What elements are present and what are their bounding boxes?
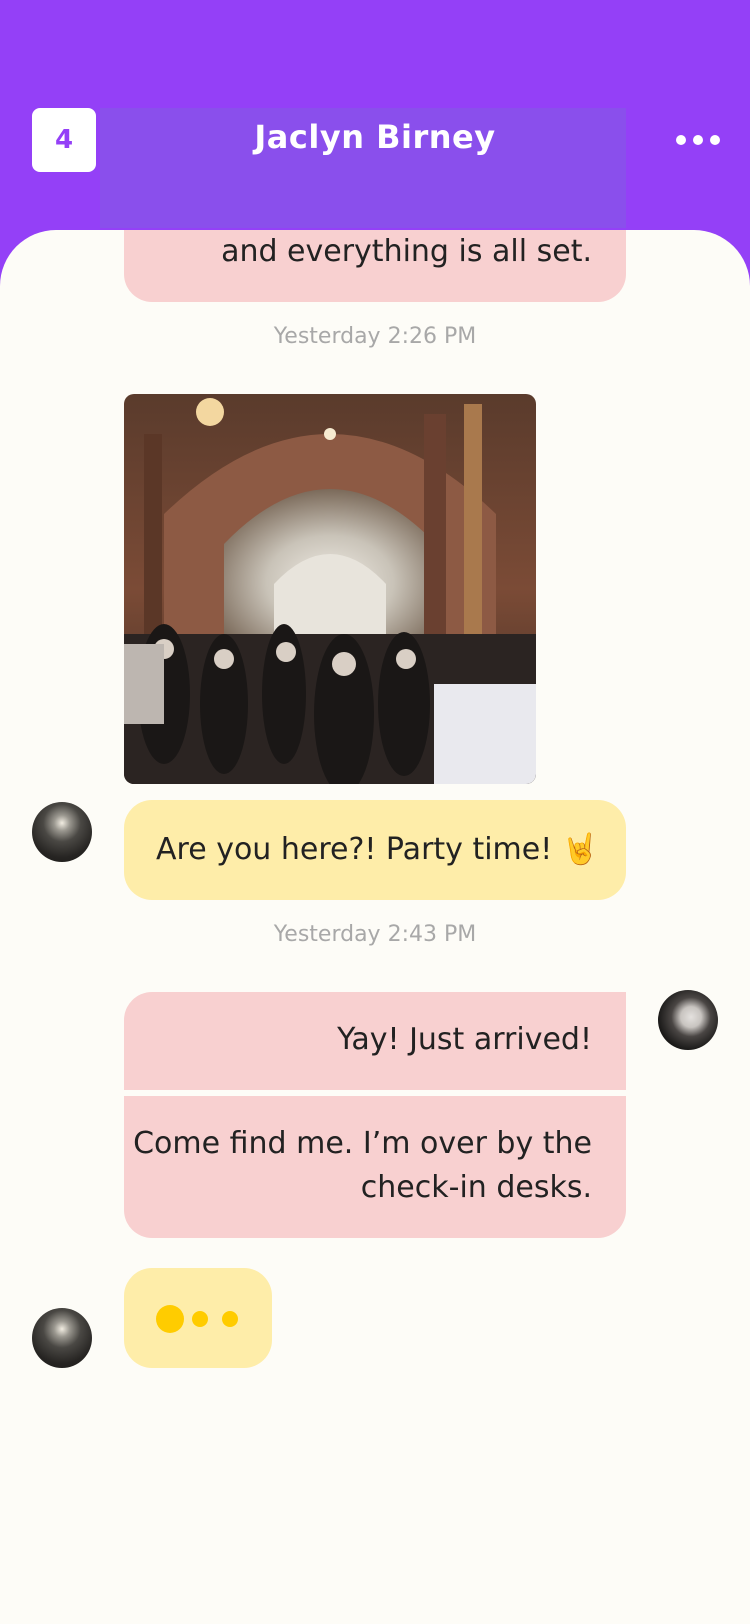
chat-header: 4 Jaclyn Birney	[0, 0, 750, 240]
user-avatar[interactable]	[658, 990, 718, 1050]
message-text: Are you here?! Party time! 🤘	[156, 832, 600, 867]
message-text-line: check-in desks.	[360, 1170, 592, 1205]
message-text: Yay! Just arrived!	[337, 1022, 592, 1057]
timestamp: Yesterday 2:43 PM	[273, 922, 477, 947]
shared-photo[interactable]	[124, 394, 536, 784]
typing-indicator	[124, 1268, 272, 1368]
message-list[interactable]: and everything is all set. Yesterday 2:2…	[0, 230, 750, 1624]
more-dot	[693, 135, 703, 145]
hall-photo-icon	[124, 394, 536, 784]
message-bubble-sent[interactable]: Come find me. I’m over by the check-in d…	[124, 1096, 626, 1238]
typing-dot	[192, 1311, 208, 1327]
timestamp: Yesterday 2:26 PM	[273, 324, 477, 349]
typing-dot	[156, 1305, 184, 1333]
more-dot	[676, 135, 686, 145]
message-bubble-sent[interactable]: and everything is all set.	[124, 230, 626, 302]
message-bubble-sent[interactable]: Yay! Just arrived!	[124, 992, 626, 1090]
typing-dot	[222, 1311, 238, 1327]
contact-avatar[interactable]	[32, 802, 92, 862]
more-dot	[710, 135, 720, 145]
message-bubble-received[interactable]: Are you here?! Party time! 🤘	[124, 800, 626, 900]
message-text: and everything is all set.	[221, 234, 592, 269]
more-options-icon[interactable]	[676, 128, 720, 152]
contact-avatar[interactable]	[32, 1308, 92, 1368]
contact-name: Jaclyn Birney	[254, 118, 496, 156]
message-text-line: Come find me. I’m over by the	[133, 1126, 592, 1161]
